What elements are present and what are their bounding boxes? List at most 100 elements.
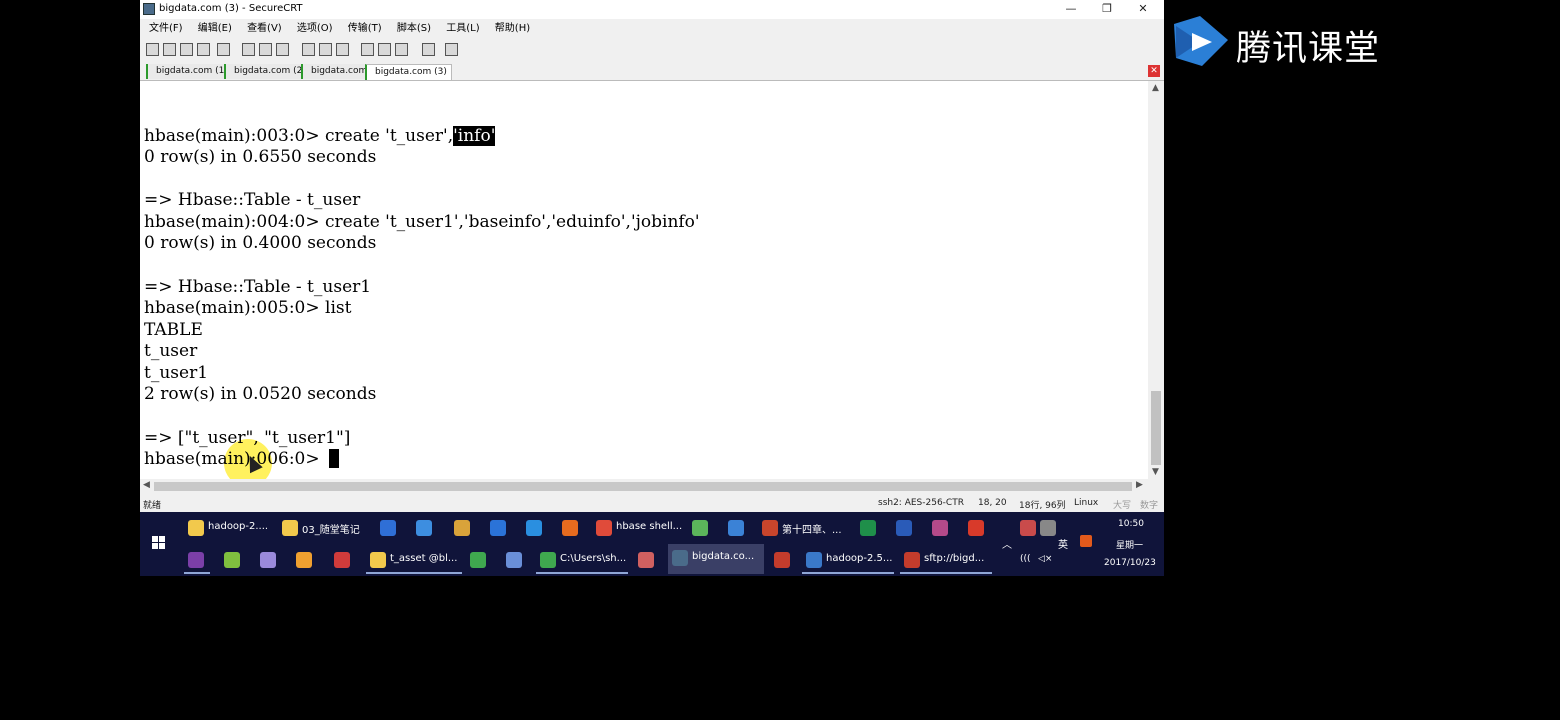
menu-view[interactable]: 查看(V) (247, 20, 282, 38)
menu-file[interactable]: 文件(F) (149, 20, 183, 38)
title-bar: bigdata.com (3) - SecureCRT — ❐ ✕ (140, 0, 1164, 19)
menu-edit[interactable]: 编辑(E) (198, 20, 232, 38)
taskbar-app[interactable] (634, 546, 660, 574)
taskbar-app[interactable] (376, 514, 402, 542)
copy-paste-icon[interactable] (276, 43, 289, 56)
scroll-down-icon[interactable]: ▼ (1152, 467, 1159, 477)
filezilla-icon (774, 552, 790, 568)
wifi-icon[interactable]: ((( (1020, 554, 1031, 564)
print-icon[interactable] (319, 43, 332, 56)
excel-icon (860, 520, 876, 536)
taskbar-app[interactable] (412, 514, 438, 542)
key-icon[interactable] (395, 43, 408, 56)
taskbar-item-notes-folder[interactable]: 03_随堂笔记 (278, 514, 366, 542)
taskbar-item-explorer[interactable]: C:\Users\sh... (536, 546, 628, 574)
menu-transfer[interactable]: 传输(T) (348, 20, 382, 38)
session-options-icon[interactable] (361, 43, 374, 56)
taskbar-item-sftp[interactable]: sftp://bigd... (900, 546, 992, 574)
minimize-button[interactable]: — (1053, 0, 1089, 19)
taskbar-filezilla[interactable] (770, 546, 796, 574)
help-icon[interactable] (422, 43, 435, 56)
clock-date[interactable]: 2017/10/23 (1104, 558, 1156, 568)
vertical-scroll-thumb[interactable] (1151, 391, 1161, 465)
taskbar-tray-app[interactable] (1016, 514, 1036, 542)
connect-icon[interactable] (146, 43, 159, 56)
sogou-ime-icon[interactable] (1080, 535, 1092, 547)
disconnect-icon[interactable] (217, 43, 230, 56)
app-icon (380, 520, 396, 536)
play-logo-icon (1174, 16, 1228, 66)
scroll-right-icon[interactable]: ▶ (1136, 480, 1143, 490)
taskbar-app[interactable] (292, 546, 318, 574)
tab-session-plain[interactable]: bigdata.com (301, 64, 372, 79)
taskbar-tray-app[interactable] (1036, 514, 1056, 542)
taskbar-excel[interactable] (856, 514, 882, 542)
axure-icon (188, 552, 204, 568)
tab-session-2[interactable]: bigdata.com (2) (224, 64, 310, 79)
terminal-line: => Hbase::Table - t_user1 (144, 277, 372, 297)
find-icon[interactable] (302, 43, 315, 56)
status-caps: 大写 (1113, 501, 1132, 511)
clock-time[interactable]: 10:50 (1118, 519, 1144, 529)
vertical-scrollbar[interactable]: ▲ ▼ (1148, 81, 1164, 479)
taskbar-app[interactable] (220, 546, 246, 574)
taskbar-app[interactable] (928, 514, 954, 542)
status-cursor-position: 18, 20 (978, 498, 1007, 508)
taskbar-app[interactable] (688, 514, 714, 542)
print-selection-icon[interactable] (336, 43, 349, 56)
taskbar-app[interactable] (502, 546, 528, 574)
paste-icon[interactable] (259, 43, 272, 56)
tray-icon (1020, 520, 1036, 536)
sql-client-icon (370, 552, 386, 568)
taskbar-word[interactable] (892, 514, 918, 542)
quick-connect-icon[interactable] (163, 43, 176, 56)
terminal-output[interactable]: hbase(main):003:0> create 't_user','info… (140, 81, 1148, 479)
taskbar-item-powerpoint[interactable]: 第十四章、... (758, 514, 846, 542)
taskbar-app[interactable] (184, 546, 210, 574)
taskbar-item-t-asset[interactable]: t_asset @bl... (366, 546, 462, 574)
tab-session-1[interactable]: bigdata.com (1) (146, 64, 232, 79)
taskbar-item-securecrt[interactable]: bigdata.co... (668, 544, 764, 574)
close-button[interactable]: ✕ (1125, 0, 1161, 19)
terminal-line: 2 row(s) in 0.0520 seconds (144, 384, 377, 404)
terminal-line: 0 row(s) in 0.4000 seconds (144, 233, 377, 253)
tray-expand-icon[interactable]: ︿ (1002, 536, 1012, 551)
horizontal-scroll-thumb[interactable] (154, 482, 1132, 491)
taskbar-app[interactable] (466, 546, 492, 574)
taskbar-app[interactable] (486, 514, 512, 542)
ime-indicator[interactable]: 英 (1058, 536, 1068, 551)
taskbar-firefox[interactable] (558, 514, 584, 542)
horizontal-scrollbar[interactable]: ◀ ▶ (140, 479, 1148, 493)
windows-start-icon[interactable] (152, 536, 166, 550)
taskbar-app[interactable] (256, 546, 282, 574)
menu-tools[interactable]: 工具(L) (446, 20, 479, 38)
reconnect-icon[interactable] (197, 43, 210, 56)
taskbar-item-hadoop-browser[interactable]: hadoop-2.5... (802, 546, 894, 574)
restore-button[interactable]: ❐ (1089, 0, 1125, 19)
volume-icon[interactable]: ◁× (1038, 554, 1052, 564)
app-icon (224, 552, 240, 568)
firefox-icon (562, 520, 578, 536)
clock-weekday[interactable]: 星期一 (1116, 538, 1143, 551)
terminal-prompt-line: hbase(main):006:0> (144, 448, 340, 470)
close-tab-icon[interactable]: ✕ (1148, 65, 1160, 77)
scroll-left-icon[interactable]: ◀ (143, 480, 150, 490)
terminal-line: => ["t_user", "t_user1"] (144, 428, 351, 448)
eclipse-icon (260, 552, 276, 568)
taskbar-item-hbase-shell[interactable]: hbase shell... (592, 514, 684, 542)
connect-tab-icon[interactable] (180, 43, 193, 56)
taskbar-app[interactable] (724, 514, 750, 542)
copy-icon[interactable] (242, 43, 255, 56)
taskbar-ie[interactable] (522, 514, 548, 542)
map-keys-icon[interactable] (445, 43, 458, 56)
taskbar-xmind[interactable] (964, 514, 990, 542)
taskbar-app[interactable] (330, 546, 356, 574)
taskbar-item-hadoop-folder[interactable]: hadoop-2.... (184, 514, 272, 542)
menu-script[interactable]: 脚本(S) (397, 20, 431, 38)
menu-options[interactable]: 选项(O) (297, 20, 333, 38)
taskbar-app[interactable] (450, 514, 476, 542)
menu-help[interactable]: 帮助(H) (495, 20, 530, 38)
tab-session-3[interactable]: bigdata.com (3) (365, 64, 452, 80)
global-options-icon[interactable] (378, 43, 391, 56)
scroll-up-icon[interactable]: ▲ (1152, 83, 1159, 93)
